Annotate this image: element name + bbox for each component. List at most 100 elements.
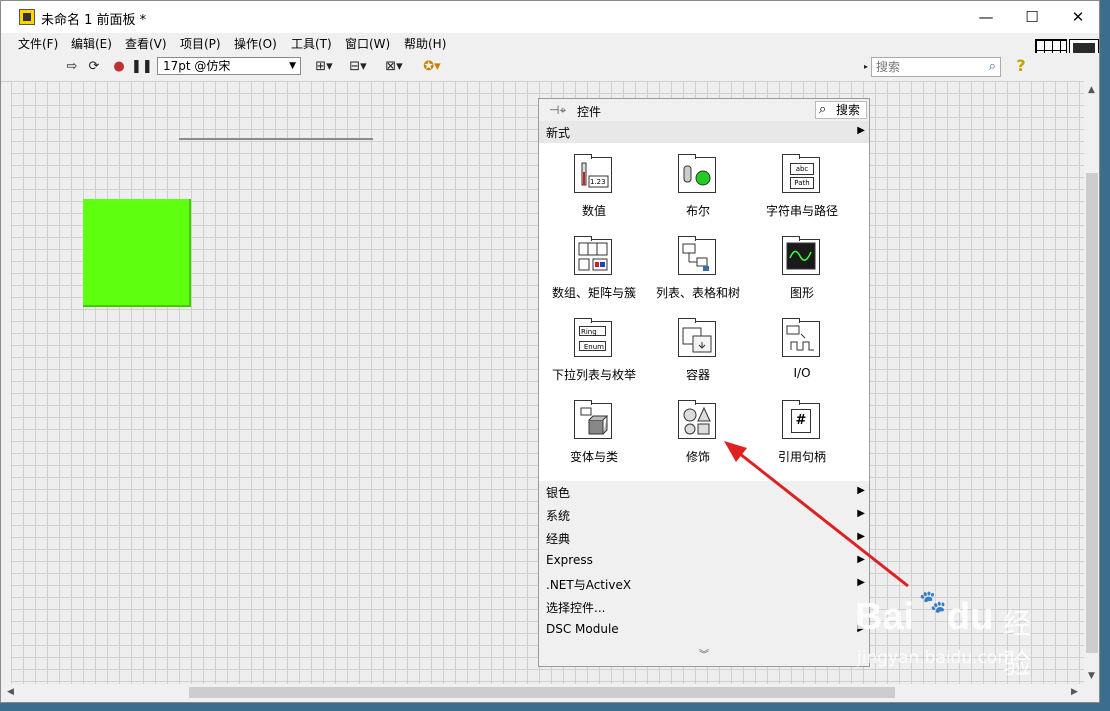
category-express[interactable]: Express ▶ <box>539 550 869 572</box>
menu-bar: 文件(F) 编辑(E) 查看(V) 项目(P) 操作(O) 工具(T) 窗口(W… <box>1 33 1099 53</box>
ring-enum-icon: Ring Enum <box>574 318 612 357</box>
search-placeholder: 搜索 <box>876 60 901 74</box>
watermark-cn: 经验 <box>1003 607 1032 680</box>
paw-icon: 🐾 <box>919 590 947 615</box>
palette-item-numeric[interactable]: 1.23 数值 <box>544 143 644 223</box>
reorder-icon[interactable]: ✪▾ <box>419 59 445 75</box>
graph-icon <box>782 236 820 275</box>
numeric-icon-text: 1.23 <box>590 178 606 186</box>
palette-item-label: 列表、表格和树 <box>655 286 740 300</box>
category-dsc-module[interactable]: DSC Module ▶ <box>539 619 869 641</box>
palette-item-graph[interactable]: 图形 <box>752 225 852 305</box>
palette-item-ring-enum[interactable]: Ring Enum 下拉列表与枚举 <box>544 307 644 387</box>
palette-item-label: 容器 <box>685 368 710 382</box>
category-label: 新式 <box>546 126 571 140</box>
category-modern[interactable]: 新式 ▶ <box>539 121 869 143</box>
menu-file[interactable]: 文件(F) <box>18 35 58 52</box>
close-button[interactable]: ✕ <box>1055 1 1099 33</box>
menu-view[interactable]: 查看(V) <box>125 35 167 52</box>
list-table-tree-icon <box>678 236 716 275</box>
pause-icon[interactable]: ❚❚ <box>131 59 153 75</box>
scroll-up-icon[interactable]: ▲ <box>1088 85 1095 95</box>
controls-palette: ⊣⌖ 控件 ⌕ 搜索 新式 ▶ 1.23 数值 布尔 abc Path 字符串与… <box>538 98 870 667</box>
array-matrix-cluster-icon <box>574 236 612 275</box>
watermark-brand: Bai <box>855 596 915 638</box>
green-square-decoration[interactable] <box>83 199 191 307</box>
horizontal-scroll-thumb[interactable] <box>189 687 895 698</box>
align-objects-icon[interactable]: ⊞▾ <box>311 59 337 75</box>
category-silver[interactable]: 银色 ▶ <box>539 481 869 503</box>
refnum-icon: # <box>782 400 820 439</box>
vertical-scroll-thumb[interactable] <box>1086 173 1098 653</box>
category-system[interactable]: 系统 ▶ <box>539 504 869 526</box>
palette-item-decorations[interactable]: 修饰 <box>648 389 748 469</box>
title-bar[interactable]: 未命名 1 前面板 * — ☐ ✕ <box>1 1 1099 33</box>
palette-item-refnum[interactable]: # 引用句柄 <box>752 389 852 469</box>
category-classic[interactable]: 经典 ▶ <box>539 527 869 549</box>
search-expand-icon[interactable]: ▸ <box>861 59 871 75</box>
palette-item-label: 变体与类 <box>569 450 618 464</box>
palette-item-label: 图形 <box>789 286 814 300</box>
chevron-right-icon: ▶ <box>857 531 865 542</box>
controls-grid: 1.23 数值 布尔 abc Path 字符串与路径 数组、矩阵与簇 列表、表格… <box>539 143 869 481</box>
horizontal-line-decoration[interactable] <box>179 138 373 140</box>
font-select[interactable]: 17pt @仿宋 ▼ <box>157 57 301 75</box>
category-label: DSC Module <box>546 622 619 636</box>
palette-item-label: I/O <box>793 366 811 380</box>
palette-item-list-table-tree[interactable]: 列表、表格和树 <box>648 225 748 305</box>
menu-project[interactable]: 项目(P) <box>180 35 221 52</box>
menu-window[interactable]: 窗口(W) <box>345 35 390 52</box>
maximize-button[interactable]: ☐ <box>1009 1 1055 33</box>
palette-item-label: 布尔 <box>685 204 710 218</box>
menu-edit[interactable]: 编辑(E) <box>71 35 112 52</box>
palette-item-string-path[interactable]: abc Path 字符串与路径 <box>752 143 852 223</box>
font-select-value: 17pt @仿宋 <box>163 59 231 73</box>
labview-app-icon[interactable] <box>19 9 35 25</box>
scroll-right-icon[interactable]: ▶ <box>1071 687 1078 697</box>
chevron-double-down-icon[interactable]: ︾ <box>699 646 709 661</box>
chevron-right-icon: ▶ <box>857 485 865 496</box>
menu-tools[interactable]: 工具(T) <box>291 35 332 52</box>
scroll-down-icon[interactable]: ▼ <box>1088 671 1095 681</box>
pin-icon[interactable]: ⊣⌖ <box>549 103 566 118</box>
string-icon-text: abc <box>790 163 814 175</box>
palette-item-label: 下拉列表与枚举 <box>551 368 636 382</box>
boolean-icon <box>678 154 716 193</box>
vertical-scrollbar[interactable]: ▲ ▼ <box>1084 81 1099 684</box>
palette-item-label: 数值 <box>581 204 606 218</box>
search-icon[interactable]: ⌕ <box>989 58 996 76</box>
abort-icon[interactable]: ● <box>110 59 128 75</box>
enum-icon-text: Enum <box>579 341 606 351</box>
chevron-down-icon: ▼ <box>289 61 296 71</box>
run-arrow-icon[interactable]: ⇨ <box>63 59 81 75</box>
palette-item-label: 字符串与路径 <box>765 204 838 218</box>
palette-item-label: 数组、矩阵与簇 <box>551 286 636 300</box>
menu-help[interactable]: 帮助(H) <box>404 35 446 52</box>
watermark-url: jingyan.baidu.com <box>857 648 1014 668</box>
run-continuously-icon[interactable]: ⟳ <box>85 59 103 75</box>
distribute-objects-icon[interactable]: ⊟▾ <box>345 59 371 75</box>
minimize-button[interactable]: — <box>963 1 1009 33</box>
palette-item-variant-class[interactable]: 变体与类 <box>544 389 644 469</box>
menu-operate[interactable]: 操作(O) <box>234 35 277 52</box>
scroll-left-icon[interactable]: ◀ <box>7 687 14 697</box>
category-label: .NET与ActiveX <box>546 578 632 592</box>
search-icon: ⌕ <box>819 102 827 117</box>
palette-item-io[interactable]: I/O <box>752 307 852 387</box>
palette-item-containers[interactable]: 容器 <box>648 307 748 387</box>
category-dotnet-activex[interactable]: .NET与ActiveX ▶ <box>539 573 869 595</box>
chevron-right-icon: ▶ <box>857 508 865 519</box>
category-select-control[interactable]: 选择控件... <box>539 596 869 618</box>
chevron-right-icon: ▶ <box>857 554 865 565</box>
string-path-icon: abc Path <box>782 154 820 193</box>
palette-item-boolean[interactable]: 布尔 <box>648 143 748 223</box>
palette-search-button[interactable]: ⌕ 搜索 <box>815 101 867 119</box>
horizontal-scrollbar[interactable]: ◀ ▶ <box>1 684 1084 701</box>
resize-objects-icon[interactable]: ⊠▾ <box>381 59 407 75</box>
search-input[interactable]: 搜索 ⌕ <box>871 57 1001 77</box>
palette-item-array-matrix-cluster[interactable]: 数组、矩阵与簇 <box>544 225 644 305</box>
context-help-icon[interactable]: ? <box>1013 57 1029 75</box>
category-label: 系统 <box>546 509 571 523</box>
palette-item-label: 引用句柄 <box>777 450 826 464</box>
window-title: 未命名 1 前面板 * <box>41 13 147 28</box>
